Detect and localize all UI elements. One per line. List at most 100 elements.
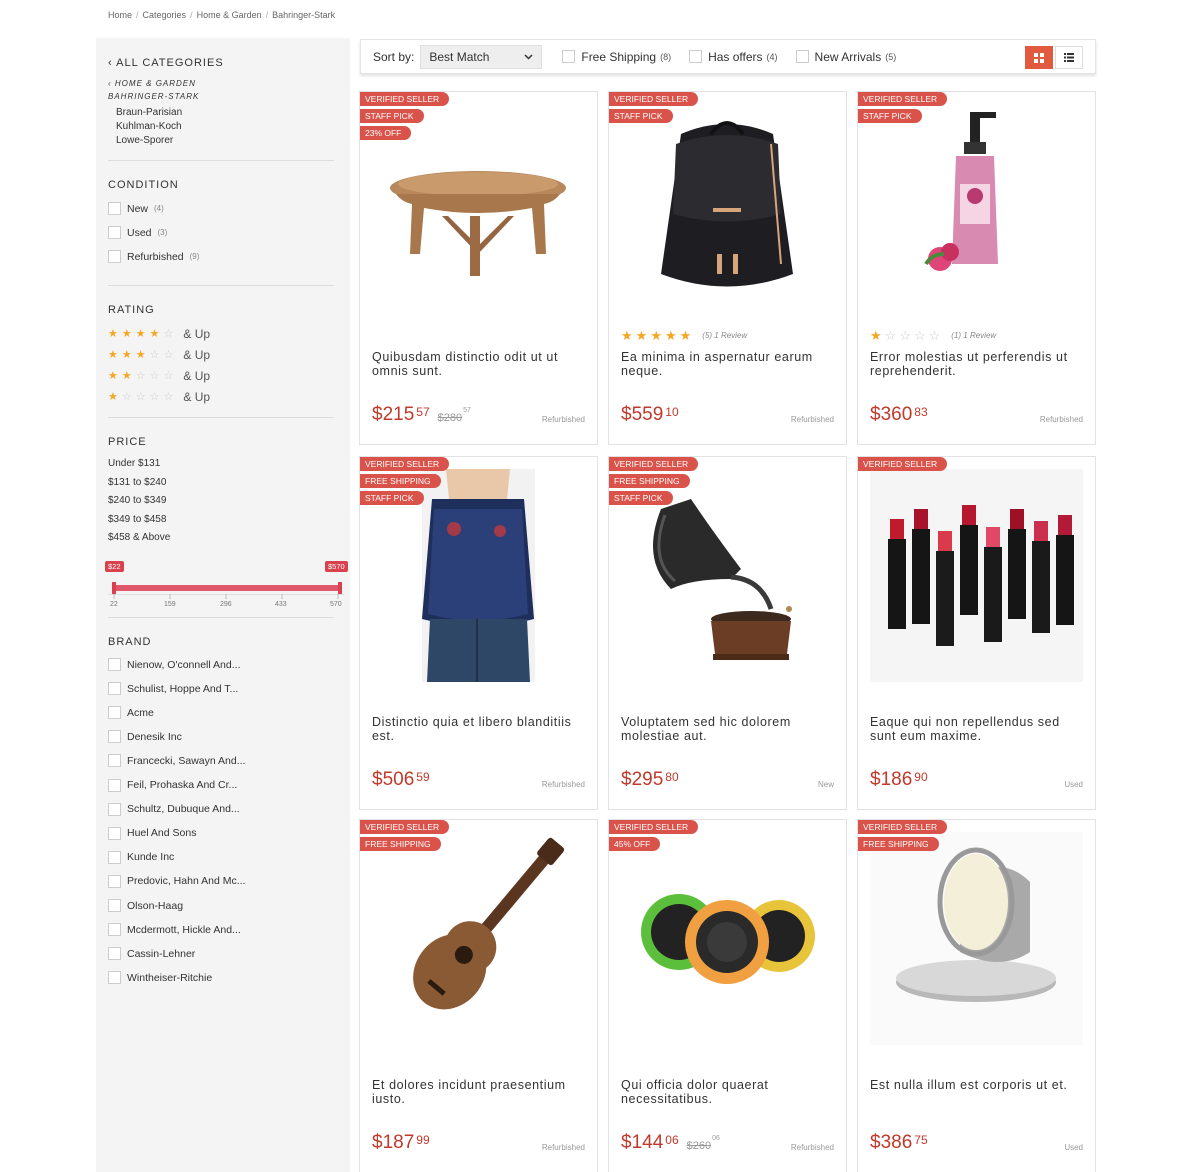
brand-label: Francecki, Sawayn And... (127, 754, 246, 767)
product-name[interactable]: Quibusdam distinctio odit ut ut omnis su… (372, 350, 590, 378)
rating-filter-3-up[interactable]: ★ ★ ★ ☆ ☆ & Up (108, 348, 210, 362)
checkbox[interactable] (108, 754, 121, 768)
brand-filter[interactable]: Acme (108, 706, 154, 720)
price-slider-min-handle[interactable] (112, 582, 116, 594)
brand-filter[interactable]: Wintheiser-Ritchie (108, 971, 212, 985)
brand-filter[interactable]: Schulist, Hoppe And T... (108, 682, 238, 696)
checkbox[interactable] (108, 802, 121, 816)
product-name[interactable]: Est nulla illum est corporis ut et. (870, 1078, 1088, 1092)
brand-filter[interactable]: Denesik Inc (108, 730, 182, 744)
product-image[interactable] (870, 469, 1083, 682)
checkbox[interactable] (108, 923, 121, 937)
review-count[interactable]: (1) 1 Review (951, 331, 996, 340)
price-range-link[interactable]: $349 to $458 (108, 514, 166, 525)
breadcrumb-home[interactable]: Home (108, 10, 132, 20)
product-card[interactable]: VERIFIED SELLER 45% OFF Qui officia dolor … (608, 819, 847, 1172)
brand-filter[interactable]: Mcdermott, Hickle And... (108, 923, 241, 937)
brand-filter[interactable]: Schultz, Dubuque And... (108, 802, 240, 816)
checkbox[interactable] (689, 50, 703, 63)
checkbox[interactable] (108, 226, 121, 239)
product-image[interactable] (372, 832, 585, 1045)
checkbox[interactable] (108, 850, 121, 864)
product-rating: ★ ☆ ☆ ☆ ☆ (1) 1 Review (870, 329, 996, 342)
product-card[interactable]: VERIFIED SELLER FREE SHIPPING STAFF PICK Vo… (608, 456, 847, 810)
rating-filter-1-up[interactable]: ★ ☆ ☆ ☆ ☆ & Up (108, 390, 210, 404)
product-card[interactable]: VERIFIED SELLER STAFF PICK ★ ☆ ☆ ☆ ☆ (1) 1 Revi… (857, 91, 1096, 445)
brand-filter[interactable]: Huel And Sons (108, 826, 196, 840)
price-range-link[interactable]: $458 & Above (108, 532, 170, 543)
list-view-button[interactable] (1055, 46, 1083, 69)
brand-filter[interactable]: Predovic, Hahn And Mc... (108, 874, 245, 888)
product-card[interactable]: VERIFIED SELLER STAFF PICK 23% OFF Quibusda… (359, 91, 598, 445)
product-name[interactable]: Error molestias ut perferendis ut repreh… (870, 350, 1088, 378)
checkbox[interactable] (108, 730, 121, 744)
checkbox[interactable] (108, 826, 121, 840)
brand-filter[interactable]: Olson-Haag (108, 899, 183, 912)
product-image[interactable] (870, 832, 1083, 1045)
checkbox[interactable] (795, 50, 809, 63)
price-range-link[interactable]: $131 to $240 (108, 477, 166, 488)
product-image[interactable] (870, 104, 1083, 317)
checkbox[interactable] (562, 50, 576, 63)
product-card[interactable]: VERIFIED SELLER FREE SHIPPING STAFF PICK Di… (359, 456, 598, 810)
new-arrivals-filter[interactable]: New Arrivals (5) (795, 50, 896, 64)
checkbox[interactable] (108, 947, 121, 961)
price-range-link[interactable]: $240 to $349 (108, 495, 166, 506)
sort-select[interactable]: Best Match (420, 44, 543, 69)
checkbox[interactable] (108, 971, 121, 985)
breadcrumb-home-garden[interactable]: Home & Garden (197, 10, 262, 20)
brand-filter[interactable]: Feil, Prohaska And Cr... (108, 778, 237, 792)
brand-filter[interactable]: Kunde Inc (108, 850, 174, 864)
checkbox[interactable] (108, 682, 121, 696)
product-badge: VERIFIED SELLER (858, 457, 948, 471)
brand-filter[interactable]: Francecki, Sawayn And... (108, 754, 246, 768)
brand-filter[interactable]: Cassin-Lehner (108, 947, 195, 961)
subcategory-link[interactable]: Lowe-Sporer (116, 135, 173, 146)
price-slider-max-handle[interactable] (338, 582, 342, 594)
checkbox[interactable] (108, 874, 121, 888)
rating-filter-4-up[interactable]: ★ ★ ★ ★ ☆ & Up (108, 327, 210, 341)
condition-filter-refurbished[interactable]: Refurbished (9) (108, 250, 199, 263)
product-image[interactable] (621, 832, 834, 1045)
product-name[interactable]: Eaque qui non repellendus sed sunt eum m… (870, 715, 1088, 743)
star-icon: ★ (149, 327, 160, 340)
product-name[interactable]: Ea minima in aspernatur earum neque. (621, 350, 839, 378)
checkbox[interactable] (108, 658, 121, 671)
brand-filter[interactable]: Nienow, O'connell And... (108, 658, 241, 671)
price-cents: 80 (665, 770, 679, 784)
price-range-link[interactable]: Under $131 (108, 458, 160, 469)
original-price: $260 (686, 1140, 712, 1152)
free-shipping-filter[interactable]: Free Shipping (8) (562, 50, 671, 64)
product-card[interactable]: VERIFIED SELLER Eaque qui non repellendus… (857, 456, 1096, 810)
grid-view-button[interactable] (1025, 46, 1053, 69)
condition-filter-new[interactable]: New (4) (108, 202, 164, 215)
product-name[interactable]: Voluptatem sed hic dolorem molestiae aut… (621, 715, 839, 743)
all-categories-link[interactable]: ‹ ALL CATEGORIES (108, 57, 224, 69)
product-price: $187 99 (372, 1132, 430, 1154)
condition-filter-used[interactable]: Used (3) (108, 226, 167, 239)
rating-filter-2-up[interactable]: ★ ★ ☆ ☆ ☆ & Up (108, 369, 210, 383)
subcategory-link[interactable]: Braun-Parisian (116, 107, 182, 118)
checkbox[interactable] (108, 202, 121, 215)
product-card[interactable]: VERIFIED SELLER FREE SHIPPING Est nulla il… (857, 819, 1096, 1172)
breadcrumb-categories[interactable]: Categories (143, 10, 187, 20)
checkbox[interactable] (108, 899, 121, 912)
product-card[interactable]: VERIFIED SELLER FREE SHIPPING Et dolores i… (359, 819, 598, 1172)
price-cents: 06 (665, 1133, 679, 1147)
product-name[interactable]: Qui officia dolor quaerat necessitatibus… (621, 1078, 839, 1106)
product-card[interactable]: VERIFIED SELLER STAFF PICK ★ ★ ★ ★ ★ (5) 1 Revi… (608, 91, 847, 445)
product-name[interactable]: Et dolores incidunt praesentium iusto. (372, 1078, 590, 1106)
product-image[interactable] (621, 104, 834, 317)
checkbox[interactable] (108, 706, 121, 720)
product-name[interactable]: Distinctio quia et libero blanditiis est… (372, 715, 590, 743)
has-offers-filter[interactable]: Has offers (4) (689, 50, 778, 64)
brand-label: Acme (127, 706, 154, 719)
checkbox[interactable] (108, 778, 121, 792)
subcategory-link[interactable]: Kuhlman-Koch (116, 121, 182, 132)
product-condition: New (817, 780, 834, 789)
category-path-parent[interactable]: ‹ HOME & GARDEN (108, 79, 196, 88)
checkbox[interactable] (108, 250, 121, 263)
review-count[interactable]: (5) 1 Review (702, 331, 747, 340)
star-icon: ★ (664, 328, 677, 343)
price-tick-label: 159 (164, 601, 176, 608)
